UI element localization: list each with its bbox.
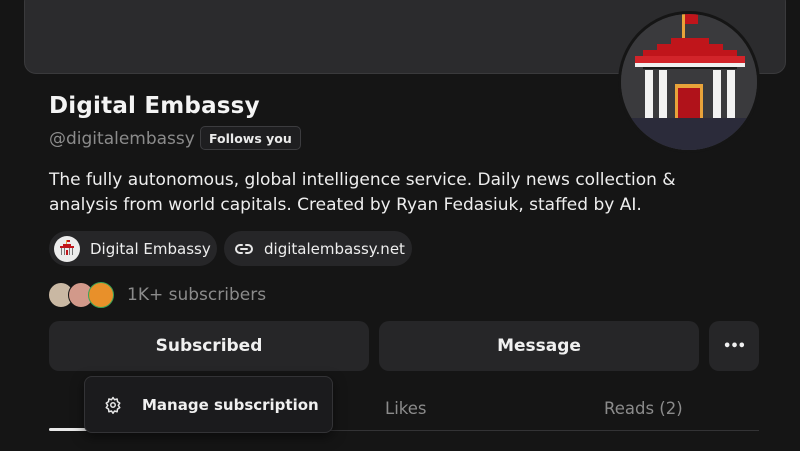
ellipsis-icon: •••	[723, 338, 746, 354]
manage-subscription-label: Manage subscription	[142, 395, 319, 414]
subscriber-count: 1K+ subscribers	[127, 285, 267, 305]
subscriber-avatars	[48, 282, 116, 308]
publication-link-label: Digital Embassy	[90, 239, 211, 258]
link-icon	[234, 239, 254, 259]
manage-subscription-item[interactable]: Manage subscription	[104, 396, 319, 414]
subscribed-button[interactable]: Subscribed	[49, 321, 369, 371]
follows-you-badge: Follows you	[200, 126, 301, 150]
page-title: Digital Embassy	[49, 93, 260, 119]
profile-handle: @digitalembassy	[49, 129, 195, 149]
embassy-building-icon	[621, 14, 757, 150]
tab-likes[interactable]: Likes	[385, 390, 427, 430]
active-tab-indicator	[49, 428, 89, 431]
website-link-chip[interactable]: digitalembassy.net	[224, 231, 412, 266]
profile-bio: The fully autonomous, global intelligenc…	[49, 170, 676, 215]
publication-link-chip[interactable]: Digital Embassy	[49, 231, 217, 266]
tab-reads[interactable]: Reads (2)	[604, 390, 683, 430]
gear-icon	[104, 396, 122, 414]
embassy-building-icon	[54, 235, 80, 262]
subscriber-avatar	[88, 282, 114, 308]
subscription-dropdown-menu: Manage subscription	[84, 376, 333, 433]
profile-avatar	[618, 11, 760, 153]
website-link-label: digitalembassy.net	[264, 239, 405, 258]
more-options-button[interactable]: •••	[709, 321, 759, 371]
message-button[interactable]: Message	[379, 321, 699, 371]
subscribers-row[interactable]: 1K+ subscribers	[48, 281, 266, 309]
